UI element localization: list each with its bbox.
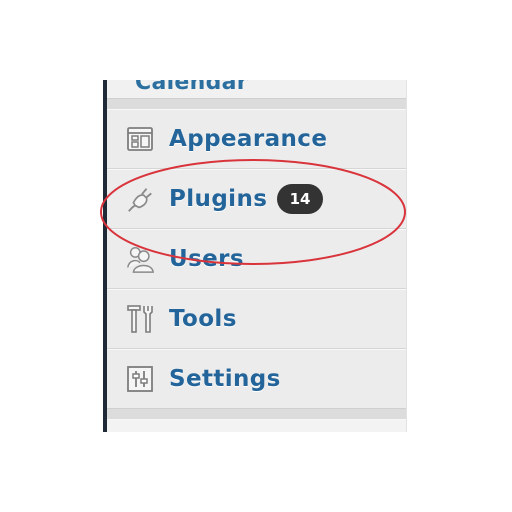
sidebar-item-label: Users <box>169 246 244 272</box>
menu-separator-bottom <box>107 408 406 420</box>
sidebar-item-label: Settings <box>169 366 281 392</box>
tools-icon <box>125 304 155 334</box>
sidebar-item-label: Appearance <box>169 126 328 152</box>
partial-menu-item-label: Calendar <box>135 80 248 95</box>
sidebar-item-tools[interactable]: Tools <box>107 289 406 349</box>
plugin-icon <box>125 184 155 214</box>
sidebar-item-label: Tools <box>169 306 237 332</box>
update-count-badge: 14 <box>277 184 323 214</box>
settings-icon <box>125 364 155 394</box>
sidebar-item-plugins[interactable]: Plugins 14 <box>107 169 406 229</box>
users-icon <box>125 244 155 274</box>
admin-sidebar-menu: Calendar Appearance Plugins 14 Users Too… <box>107 80 407 432</box>
partial-menu-item[interactable]: Calendar <box>107 80 406 98</box>
menu-bottom-area <box>107 420 406 432</box>
appearance-icon <box>125 124 155 154</box>
sidebar-item-label: Plugins <box>169 186 268 212</box>
sidebar-item-settings[interactable]: Settings <box>107 349 406 409</box>
sidebar-item-appearance[interactable]: Appearance <box>107 109 406 169</box>
sidebar-item-users[interactable]: Users <box>107 229 406 289</box>
screenshot-stage: Calendar Appearance Plugins 14 Users Too… <box>0 0 512 512</box>
